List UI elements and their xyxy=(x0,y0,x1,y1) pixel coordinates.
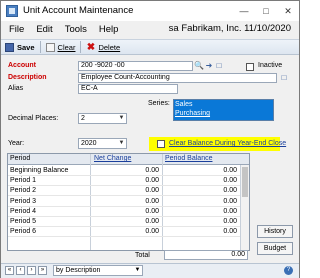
cell-period-balance: 0.00 xyxy=(223,187,237,195)
cell-net-change: 0.00 xyxy=(145,218,159,225)
inactive-label: Inactive xyxy=(258,62,283,69)
browse-order-value: by Description xyxy=(56,267,101,274)
menu-file[interactable]: File xyxy=(1,24,30,35)
series-label: Series: xyxy=(148,100,170,107)
toolbar-separator xyxy=(80,41,82,53)
cell-net-change: 0.00 xyxy=(145,177,159,185)
save-icon xyxy=(5,42,14,52)
window-controls: — □ ✕ xyxy=(233,1,299,21)
expand-icon[interactable]: ➜ xyxy=(204,61,214,71)
series-option[interactable]: Purchasing xyxy=(174,109,273,118)
browse-order-select[interactable]: by Description ▼ xyxy=(53,265,143,276)
history-button[interactable]: History xyxy=(257,225,293,238)
browse-bar: « ‹ › » by Description ▼ ? xyxy=(1,263,299,278)
delete-button[interactable]: ✖ Delete xyxy=(82,40,124,54)
cell-net-change: 0.00 xyxy=(145,207,159,215)
grid-scrollbar[interactable] xyxy=(240,165,249,250)
chevron-down-icon: ▼ xyxy=(118,140,125,146)
total-field: 0.00 xyxy=(164,250,248,260)
header-period: Period xyxy=(10,155,31,162)
cell-period: Period 5 xyxy=(10,218,37,225)
cell-net-change: 0.00 xyxy=(145,187,159,195)
alias-field[interactable]: EC-A xyxy=(78,84,178,94)
table-row[interactable]: Period 6 0.00 0.00 xyxy=(8,227,249,238)
note-icon[interactable]: □ xyxy=(214,61,224,71)
series-option[interactable]: Sales xyxy=(174,100,273,109)
table-row[interactable]: Period 1 0.00 0.00 xyxy=(8,176,249,187)
decimal-places-select[interactable]: 2 ▼ xyxy=(78,113,127,124)
delete-label: Delete xyxy=(98,42,121,52)
cell-period: Beginning Balance xyxy=(10,167,69,174)
minimize-icon[interactable]: — xyxy=(233,1,255,21)
account-label: Account xyxy=(8,62,36,69)
scrollbar-thumb[interactable] xyxy=(242,167,248,197)
delete-icon: ✖ xyxy=(86,41,96,53)
inactive-checkbox[interactable] xyxy=(246,63,254,71)
menu-help[interactable]: Help xyxy=(93,24,125,35)
table-row[interactable]: Period 4 0.00 0.00 xyxy=(8,207,249,217)
lookup-icon[interactable]: 🔍 xyxy=(194,61,204,71)
next-record-icon[interactable]: › xyxy=(27,266,36,275)
save-label: Save xyxy=(17,42,35,52)
app-icon xyxy=(6,5,18,17)
chevron-down-icon: ▼ xyxy=(134,267,141,273)
decimal-places-value: 2 xyxy=(81,115,85,122)
description-field[interactable]: Employee Count-Accounting xyxy=(78,73,277,83)
clear-label: Clear xyxy=(57,42,76,52)
clear-button[interactable]: Clear xyxy=(42,40,80,54)
table-row[interactable]: Period 3 0.00 0.00 xyxy=(8,197,249,207)
budget-button[interactable]: Budget xyxy=(257,242,293,255)
year-value: 2020 xyxy=(81,140,97,147)
save-button[interactable]: Save xyxy=(1,40,39,54)
title-bar: Unit Account Maintenance — □ ✕ xyxy=(1,1,299,21)
decimal-places-label: Decimal Places: xyxy=(8,115,59,122)
period-grid: Period Net Change Period Balance Beginni… xyxy=(7,153,250,251)
cell-period-balance: 0.00 xyxy=(223,207,237,215)
cell-period-balance: 0.00 xyxy=(223,228,237,236)
last-record-icon[interactable]: » xyxy=(38,266,47,275)
maximize-icon[interactable]: □ xyxy=(255,1,277,21)
header-net-change[interactable]: Net Change xyxy=(94,155,131,162)
unit-account-maintenance-window: Unit Account Maintenance — □ ✕ File Edit… xyxy=(0,0,300,278)
note-icon[interactable]: □ xyxy=(279,73,289,83)
help-icon[interactable]: ? xyxy=(284,266,293,275)
cell-net-change: 0.00 xyxy=(145,228,159,236)
toolbar: Save Clear ✖ Delete xyxy=(1,39,299,55)
cell-period: Period 3 xyxy=(10,197,37,205)
series-listbox[interactable]: Sales Purchasing xyxy=(173,99,274,121)
clear-balance-label[interactable]: Clear Balance During Year-End Close xyxy=(169,140,286,147)
total-label: Total xyxy=(135,252,150,259)
first-record-icon[interactable]: « xyxy=(5,266,14,275)
cell-period: Period 2 xyxy=(10,187,37,195)
chevron-down-icon: ▼ xyxy=(118,115,125,121)
cell-period-balance: 0.00 xyxy=(223,197,237,205)
cell-period: Period 1 xyxy=(10,177,37,185)
window-title: Unit Account Maintenance xyxy=(23,5,134,16)
table-row[interactable]: Beginning Balance 0.00 0.00 xyxy=(8,166,249,176)
close-icon[interactable]: ✕ xyxy=(277,1,299,21)
cell-period: Period 4 xyxy=(10,207,37,215)
clear-icon xyxy=(45,42,55,52)
previous-record-icon[interactable]: ‹ xyxy=(16,266,25,275)
toolbar-separator xyxy=(39,41,41,53)
clear-balance-checkbox[interactable] xyxy=(157,140,165,148)
company-info: sa Fabrikam, Inc. 11/10/2020 xyxy=(168,23,291,34)
table-row[interactable]: Period 5 0.00 0.00 xyxy=(8,217,249,227)
header-period-balance[interactable]: Period Balance xyxy=(165,155,212,162)
table-row[interactable]: Period 2 0.00 0.00 xyxy=(8,186,249,197)
cell-period-balance: 0.00 xyxy=(223,177,237,185)
cell-period: Period 6 xyxy=(10,228,37,236)
year-select[interactable]: 2020 ▼ xyxy=(78,138,127,149)
grid-header: Period Net Change Period Balance xyxy=(8,154,249,165)
account-field[interactable]: 200 -9020 -00 xyxy=(78,61,193,71)
description-label: Description xyxy=(8,74,47,81)
alias-label: Alias xyxy=(8,85,24,92)
menu-tools[interactable]: Tools xyxy=(59,24,93,35)
cell-net-change: 0.00 xyxy=(145,197,159,205)
cell-period-balance: 0.00 xyxy=(223,218,237,225)
menu-edit[interactable]: Edit xyxy=(30,24,58,35)
year-label: Year: xyxy=(8,140,25,147)
cell-net-change: 0.00 xyxy=(145,167,159,174)
cell-period-balance: 0.00 xyxy=(223,167,237,174)
